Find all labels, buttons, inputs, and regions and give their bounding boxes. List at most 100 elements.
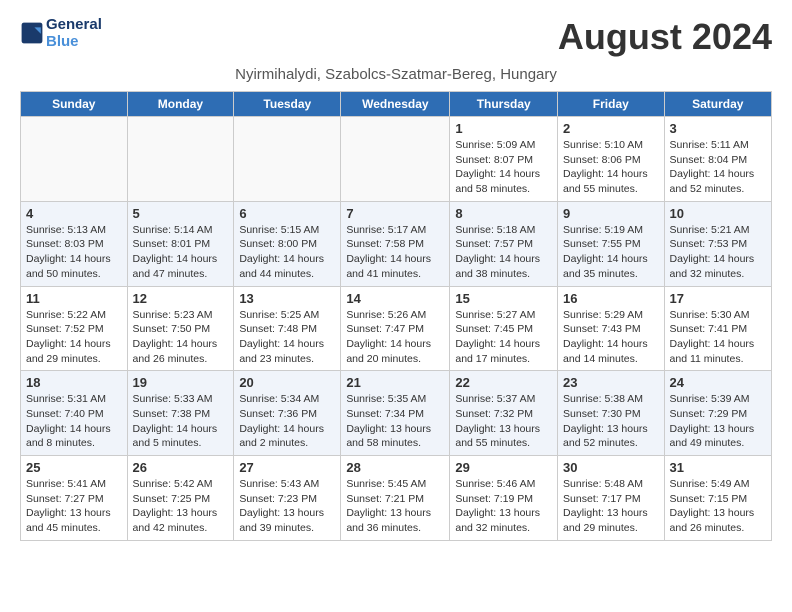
calendar-cell: 27 Sunrise: 5:43 AM Sunset: 7:23 PM Dayli… xyxy=(234,456,341,541)
day-number: 31 xyxy=(670,460,766,475)
logo-line1: General xyxy=(46,16,102,33)
calendar-cell: 18 Sunrise: 5:31 AM Sunset: 7:40 PM Dayli… xyxy=(21,371,128,456)
calendar-cell: 31 Sunrise: 5:49 AM Sunset: 7:15 PM Dayli… xyxy=(664,456,771,541)
day-number: 3 xyxy=(670,121,766,136)
calendar-cell: 25 Sunrise: 5:41 AM Sunset: 7:27 PM Dayli… xyxy=(21,456,128,541)
day-number: 21 xyxy=(346,375,444,390)
day-number: 16 xyxy=(563,291,659,306)
day-info: Sunrise: 5:38 AM Sunset: 7:30 PM Dayligh… xyxy=(563,392,659,451)
day-info: Sunrise: 5:48 AM Sunset: 7:17 PM Dayligh… xyxy=(563,477,659,536)
day-info: Sunrise: 5:13 AM Sunset: 8:03 PM Dayligh… xyxy=(26,223,122,282)
weekday-header-row: SundayMondayTuesdayWednesdayThursdayFrid… xyxy=(21,92,772,117)
day-info: Sunrise: 5:49 AM Sunset: 7:15 PM Dayligh… xyxy=(670,477,766,536)
day-number: 5 xyxy=(133,206,229,221)
weekday-header-saturday: Saturday xyxy=(664,92,771,117)
logo: General Blue xyxy=(20,16,102,50)
day-info: Sunrise: 5:33 AM Sunset: 7:38 PM Dayligh… xyxy=(133,392,229,451)
day-info: Sunrise: 5:43 AM Sunset: 7:23 PM Dayligh… xyxy=(239,477,335,536)
calendar-cell xyxy=(341,117,450,202)
day-info: Sunrise: 5:26 AM Sunset: 7:47 PM Dayligh… xyxy=(346,308,444,367)
day-number: 28 xyxy=(346,460,444,475)
calendar-cell: 7 Sunrise: 5:17 AM Sunset: 7:58 PM Daylig… xyxy=(341,201,450,286)
day-info: Sunrise: 5:39 AM Sunset: 7:29 PM Dayligh… xyxy=(670,392,766,451)
day-info: Sunrise: 5:34 AM Sunset: 7:36 PM Dayligh… xyxy=(239,392,335,451)
weekday-header-tuesday: Tuesday xyxy=(234,92,341,117)
calendar-cell: 22 Sunrise: 5:37 AM Sunset: 7:32 PM Dayli… xyxy=(450,371,558,456)
day-info: Sunrise: 5:15 AM Sunset: 8:00 PM Dayligh… xyxy=(239,223,335,282)
day-info: Sunrise: 5:41 AM Sunset: 7:27 PM Dayligh… xyxy=(26,477,122,536)
calendar-cell: 9Sunrise: 5:19 AM Sunset: 7:55 PM Daylig… xyxy=(558,201,665,286)
day-info: Sunrise: 5:27 AM Sunset: 7:45 PM Dayligh… xyxy=(455,308,552,367)
calendar: SundayMondayTuesdayWednesdayThursdayFrid… xyxy=(20,91,772,541)
day-info: Sunrise: 5:31 AM Sunset: 7:40 PM Dayligh… xyxy=(26,392,122,451)
week-row-5: 25 Sunrise: 5:41 AM Sunset: 7:27 PM Dayli… xyxy=(21,456,772,541)
day-number: 18 xyxy=(26,375,122,390)
weekday-header-friday: Friday xyxy=(558,92,665,117)
calendar-cell: 13 Sunrise: 5:25 AM Sunset: 7:48 PM Dayli… xyxy=(234,286,341,371)
day-number: 22 xyxy=(455,375,552,390)
day-info: Sunrise: 5:25 AM Sunset: 7:48 PM Dayligh… xyxy=(239,308,335,367)
calendar-cell: 8 Sunrise: 5:18 AM Sunset: 7:57 PM Daylig… xyxy=(450,201,558,286)
day-info: Sunrise: 5:30 AM Sunset: 7:41 PM Dayligh… xyxy=(670,308,766,367)
day-number: 10 xyxy=(670,206,766,221)
day-number: 23 xyxy=(563,375,659,390)
day-number: 15 xyxy=(455,291,552,306)
calendar-cell: 21 Sunrise: 5:35 AM Sunset: 7:34 PM Dayli… xyxy=(341,371,450,456)
day-number: 29 xyxy=(455,460,552,475)
calendar-cell: 24 Sunrise: 5:39 AM Sunset: 7:29 PM Dayli… xyxy=(664,371,771,456)
day-number: 17 xyxy=(670,291,766,306)
day-info: Sunrise: 5:22 AM Sunset: 7:52 PM Dayligh… xyxy=(26,308,122,367)
day-number: 24 xyxy=(670,375,766,390)
calendar-cell: 15 Sunrise: 5:27 AM Sunset: 7:45 PM Dayli… xyxy=(450,286,558,371)
day-number: 12 xyxy=(133,291,229,306)
calendar-cell: 10 Sunrise: 5:21 AM Sunset: 7:53 PM Dayli… xyxy=(664,201,771,286)
day-info: Sunrise: 5:14 AM Sunset: 8:01 PM Dayligh… xyxy=(133,223,229,282)
day-number: 9 xyxy=(563,206,659,221)
day-info: Sunrise: 5:21 AM Sunset: 7:53 PM Dayligh… xyxy=(670,223,766,282)
day-number: 2 xyxy=(563,121,659,136)
weekday-header-wednesday: Wednesday xyxy=(341,92,450,117)
calendar-cell: 20 Sunrise: 5:34 AM Sunset: 7:36 PM Dayli… xyxy=(234,371,341,456)
calendar-cell: 17 Sunrise: 5:30 AM Sunset: 7:41 PM Dayli… xyxy=(664,286,771,371)
calendar-cell: 28 Sunrise: 5:45 AM Sunset: 7:21 PM Dayli… xyxy=(341,456,450,541)
day-number: 14 xyxy=(346,291,444,306)
day-number: 13 xyxy=(239,291,335,306)
calendar-cell: 19 Sunrise: 5:33 AM Sunset: 7:38 PM Dayli… xyxy=(127,371,234,456)
day-number: 19 xyxy=(133,375,229,390)
day-info: Sunrise: 5:10 AM Sunset: 8:06 PM Dayligh… xyxy=(563,138,659,197)
day-info: Sunrise: 5:09 AM Sunset: 8:07 PM Dayligh… xyxy=(455,138,552,197)
day-number: 7 xyxy=(346,206,444,221)
calendar-cell: 6 Sunrise: 5:15 AM Sunset: 8:00 PM Daylig… xyxy=(234,201,341,286)
day-info: Sunrise: 5:17 AM Sunset: 7:58 PM Dayligh… xyxy=(346,223,444,282)
day-number: 6 xyxy=(239,206,335,221)
day-number: 4 xyxy=(26,206,122,221)
logo-line2: Blue xyxy=(46,33,102,50)
week-row-3: 11Sunrise: 5:22 AM Sunset: 7:52 PM Dayli… xyxy=(21,286,772,371)
calendar-cell xyxy=(21,117,128,202)
logo-icon xyxy=(20,21,44,45)
calendar-cell: 3 Sunrise: 5:11 AM Sunset: 8:04 PM Daylig… xyxy=(664,117,771,202)
day-number: 27 xyxy=(239,460,335,475)
calendar-cell xyxy=(127,117,234,202)
day-info: Sunrise: 5:11 AM Sunset: 8:04 PM Dayligh… xyxy=(670,138,766,197)
calendar-cell: 14 Sunrise: 5:26 AM Sunset: 7:47 PM Dayli… xyxy=(341,286,450,371)
week-row-1: 1Sunrise: 5:09 AM Sunset: 8:07 PM Daylig… xyxy=(21,117,772,202)
day-info: Sunrise: 5:45 AM Sunset: 7:21 PM Dayligh… xyxy=(346,477,444,536)
day-info: Sunrise: 5:29 AM Sunset: 7:43 PM Dayligh… xyxy=(563,308,659,367)
calendar-cell: 26Sunrise: 5:42 AM Sunset: 7:25 PM Dayli… xyxy=(127,456,234,541)
calendar-cell: 11Sunrise: 5:22 AM Sunset: 7:52 PM Dayli… xyxy=(21,286,128,371)
day-info: Sunrise: 5:37 AM Sunset: 7:32 PM Dayligh… xyxy=(455,392,552,451)
calendar-cell: 30 Sunrise: 5:48 AM Sunset: 7:17 PM Dayli… xyxy=(558,456,665,541)
day-number: 8 xyxy=(455,206,552,221)
month-title: August 2024 xyxy=(558,16,772,58)
calendar-cell xyxy=(234,117,341,202)
calendar-cell: 29 Sunrise: 5:46 AM Sunset: 7:19 PM Dayli… xyxy=(450,456,558,541)
day-number: 25 xyxy=(26,460,122,475)
calendar-cell: 16 Sunrise: 5:29 AM Sunset: 7:43 PM Dayli… xyxy=(558,286,665,371)
day-number: 30 xyxy=(563,460,659,475)
day-info: Sunrise: 5:18 AM Sunset: 7:57 PM Dayligh… xyxy=(455,223,552,282)
day-info: Sunrise: 5:35 AM Sunset: 7:34 PM Dayligh… xyxy=(346,392,444,451)
weekday-header-monday: Monday xyxy=(127,92,234,117)
day-info: Sunrise: 5:46 AM Sunset: 7:19 PM Dayligh… xyxy=(455,477,552,536)
day-number: 20 xyxy=(239,375,335,390)
